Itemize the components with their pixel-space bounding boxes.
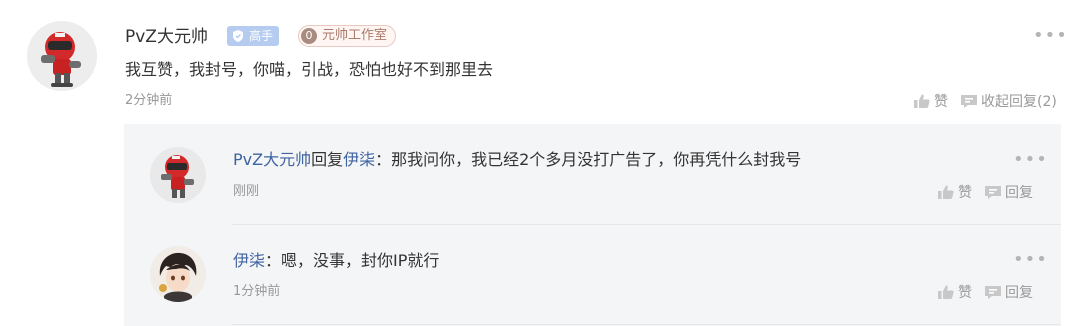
studio-badge-initial: 0 — [301, 28, 317, 44]
thumbs-up-icon — [914, 94, 930, 108]
level-badge: 高手 — [227, 26, 280, 46]
level-badge-label: 高手 — [249, 29, 274, 43]
collapse-replies-button[interactable]: 收起回复(2) — [960, 91, 1057, 111]
anime-character-avatar-icon — [150, 246, 206, 302]
speech-bubble-icon — [985, 186, 1001, 199]
avatar[interactable] — [150, 246, 206, 302]
reply-body: ：那我问你，我已经2个多月没打广告了，你再凭什么封我号 — [375, 150, 802, 169]
comment-actions: 赞 收起回复(2) — [913, 91, 1057, 111]
divider — [232, 324, 1061, 325]
thumbs-up-icon — [938, 185, 954, 199]
speech-bubble-icon — [985, 286, 1001, 299]
collapse-replies-label: 收起回复(2) — [981, 94, 1057, 110]
avatar[interactable] — [27, 21, 97, 91]
shield-icon — [233, 30, 243, 42]
comment-item: PvZ大元帅 高手 0 元帅工作室 ••• 我互赞，我封号，你喵，引战，恐怕也好… — [0, 0, 1066, 326]
reply-actions: 赞 回复 — [937, 182, 1033, 202]
robot-avatar-icon — [150, 147, 206, 203]
reply-author[interactable]: 伊柒 — [233, 251, 265, 270]
more-dots-icon[interactable]: ••• — [1033, 27, 1066, 45]
like-button[interactable]: 赞 — [913, 91, 948, 111]
reply-target[interactable]: 伊柒 — [343, 150, 375, 169]
studio-badge-label: 元帅工作室 — [322, 28, 388, 43]
reply-label: 回复 — [1005, 185, 1033, 201]
reply-item: PvZ大元帅回复伊柒：那我问你，我已经2个多月没打广告了，你再凭什么封我号 刚刚… — [124, 124, 1061, 224]
reply-button[interactable]: 回复 — [984, 182, 1033, 202]
comment-text: 我互赞，我封号，你喵，引战，恐怕也好不到那里去 — [125, 60, 494, 79]
like-button[interactable]: 赞 — [937, 282, 972, 302]
reply-author[interactable]: PvZ大元帅 — [233, 150, 311, 169]
reply-item: 伊柒：嗯，没事，封你IP就行 1分钟前 ••• 赞 回复 — [124, 224, 1061, 326]
like-label: 赞 — [934, 94, 948, 110]
reply-text: PvZ大元帅回复伊柒：那我问你，我已经2个多月没打广告了，你再凭什么封我号 — [233, 149, 801, 171]
reply-panel: PvZ大元帅回复伊柒：那我问你，我已经2个多月没打广告了，你再凭什么封我号 刚刚… — [124, 124, 1061, 326]
like-button[interactable]: 赞 — [937, 182, 972, 202]
reply-label: 回复 — [1005, 285, 1033, 301]
reply-time: 1分钟前 — [233, 284, 281, 299]
avatar[interactable] — [150, 147, 206, 203]
comment-time: 2分钟前 — [125, 93, 173, 108]
studio-badge[interactable]: 0 元帅工作室 — [298, 25, 397, 47]
reply-button[interactable]: 回复 — [984, 282, 1033, 302]
thumbs-up-icon — [938, 285, 954, 299]
like-label: 赞 — [958, 285, 972, 301]
reply-text: 伊柒：嗯，没事，封你IP就行 — [233, 250, 439, 272]
reply-word: 回复 — [311, 150, 344, 169]
reply-actions: 赞 回复 — [937, 282, 1033, 302]
more-dots-icon[interactable]: ••• — [1013, 251, 1048, 269]
more-dots-icon[interactable]: ••• — [1013, 151, 1048, 169]
robot-avatar-icon — [27, 21, 97, 91]
like-label: 赞 — [958, 185, 972, 201]
username[interactable]: PvZ大元帅 — [125, 26, 208, 48]
reply-body: ：嗯，没事，封你IP就行 — [265, 251, 440, 270]
speech-bubble-icon — [961, 95, 977, 108]
reply-time: 刚刚 — [233, 184, 260, 199]
